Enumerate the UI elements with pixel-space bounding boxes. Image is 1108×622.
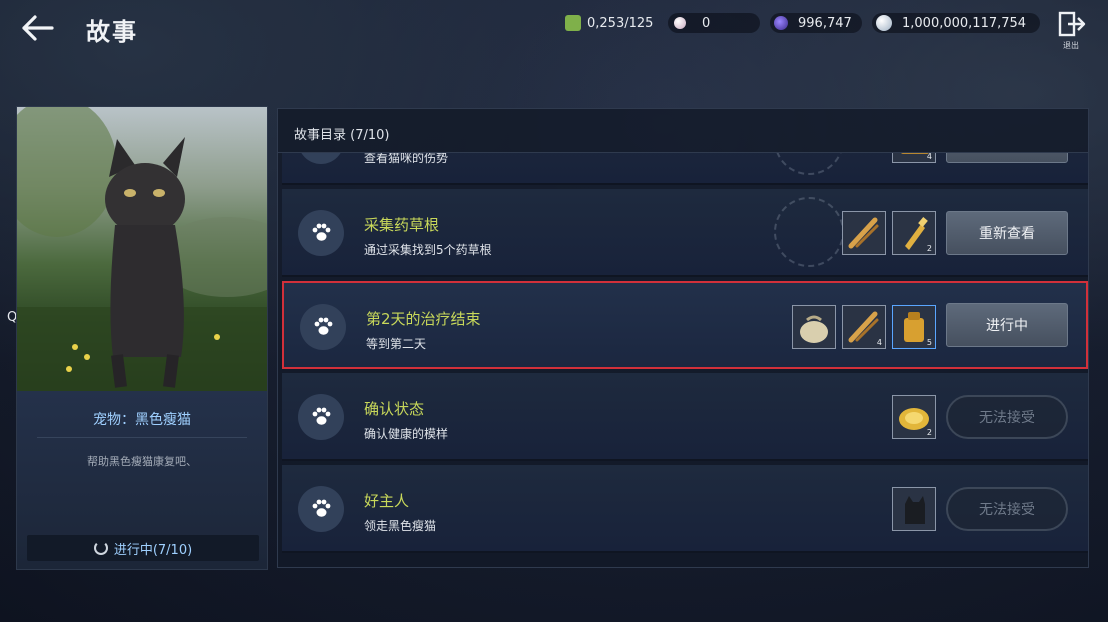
story-row-active[interactable]: 第2天的治疗结束 等到第二天 4 5 进行中 bbox=[282, 281, 1088, 369]
story-row[interactable]: 好主人 领走黑色瘦猫 无法接受 bbox=[282, 465, 1088, 553]
exit-label: 退出 bbox=[1063, 41, 1079, 50]
silver-icon bbox=[876, 15, 892, 31]
moon-gem-icon bbox=[774, 16, 788, 30]
story-row-subtitle: 等到第二天 bbox=[366, 337, 427, 351]
completed-stamp-icon bbox=[774, 197, 844, 267]
item-count: 4 bbox=[926, 153, 932, 161]
paw-icon bbox=[298, 210, 344, 256]
currency-moon-gem-value: 996,747 bbox=[798, 15, 852, 31]
pet-name: 宠物：黑色瘦猫 bbox=[93, 412, 191, 428]
herb-root-icon[interactable]: 4 bbox=[842, 305, 886, 349]
backpack-icon[interactable]: 5 bbox=[892, 305, 936, 349]
story-header-title: 故事目录 (7/10) bbox=[294, 128, 390, 143]
story-row-subtitle: 确认健康的模样 bbox=[364, 427, 449, 441]
gold-plate-icon[interactable]: 2 bbox=[892, 395, 936, 439]
loading-spinner-icon bbox=[93, 541, 108, 555]
divider bbox=[37, 437, 247, 438]
currency-pearl: 0 bbox=[668, 11, 760, 35]
story-row[interactable]: 确认状态 确认健康的模样 2 无法接受 bbox=[282, 373, 1088, 461]
sack-icon[interactable] bbox=[792, 305, 836, 349]
item-count: 4 bbox=[876, 338, 882, 347]
pet-info: 宠物：黑色瘦猫 帮助黑色瘦猫康复吧、 进行中(7/10) bbox=[17, 391, 267, 569]
story-row[interactable]: 采集药草根 通过采集找到5个药草根 2 重新查看 bbox=[282, 189, 1088, 277]
in-progress-button[interactable]: 进行中 bbox=[946, 303, 1068, 347]
top-bar: 故事 0,253/125 0 996,747 1,000,000,117,754… bbox=[0, 0, 1108, 56]
potion-bottle-icon[interactable]: 2 bbox=[892, 211, 936, 255]
completed-stamp-icon bbox=[774, 153, 844, 175]
story-header: 故事目录 (7/10) bbox=[278, 109, 1088, 153]
story-row-button[interactable] bbox=[946, 153, 1068, 163]
unavailable-button[interactable]: 无法接受 bbox=[946, 395, 1068, 439]
item-count: 5 bbox=[926, 338, 932, 347]
story-row-title: 采集药草根 bbox=[364, 216, 440, 234]
paw-icon bbox=[298, 486, 344, 532]
currency-silver: 1,000,000,117,754 bbox=[872, 11, 1040, 35]
item-count: 2 bbox=[926, 244, 932, 253]
currency-energy-value: 0,253/125 bbox=[587, 15, 654, 31]
currency-moon-gem: 996,747 bbox=[770, 11, 862, 35]
paw-icon bbox=[298, 153, 344, 164]
page-title: 故事 bbox=[86, 18, 138, 46]
cat-silhouette-icon[interactable] bbox=[892, 487, 936, 531]
exit-button[interactable]: 退出 bbox=[1054, 10, 1088, 50]
story-row-title: 好主人 bbox=[364, 492, 410, 510]
paw-icon bbox=[300, 304, 346, 350]
pet-description: 帮助黑色瘦猫康复吧、 bbox=[87, 455, 197, 468]
story-row-subtitle: 领走黑色瘦猫 bbox=[364, 519, 437, 533]
review-button[interactable]: 重新查看 bbox=[946, 211, 1068, 255]
pet-card: 宠物：黑色瘦猫 帮助黑色瘦猫康复吧、 进行中(7/10) bbox=[16, 106, 268, 570]
pet-progress: 进行中(7/10) bbox=[27, 535, 259, 561]
story-row-subtitle: 通过采集找到5个药草根 bbox=[364, 243, 492, 257]
box-icon[interactable]: 4 bbox=[892, 153, 936, 163]
currency-pearl-value: 0 bbox=[702, 15, 711, 31]
story-row-subtitle: 查看猫咪的伤势 bbox=[364, 153, 449, 165]
story-row-title: 确认状态 bbox=[364, 400, 425, 418]
item-count: 2 bbox=[926, 428, 932, 437]
story-list[interactable]: 查看猫咪的伤势 4 采集药草根 通过采集找到5个药草根 2 重新查看 第2天的治… bbox=[282, 153, 1088, 567]
pet-progress-label: 进行中(7/10) bbox=[113, 542, 193, 558]
unavailable-button[interactable]: 无法接受 bbox=[946, 487, 1068, 531]
currency-silver-value: 1,000,000,117,754 bbox=[902, 15, 1027, 31]
herb-root-icon[interactable] bbox=[842, 211, 886, 255]
exit-door-icon bbox=[1058, 11, 1086, 37]
story-row[interactable]: 查看猫咪的伤势 4 bbox=[282, 153, 1088, 185]
pearl-icon bbox=[674, 17, 686, 29]
currency-energy: 0,253/125 bbox=[565, 11, 653, 35]
pet-portrait bbox=[17, 107, 267, 391]
energy-icon bbox=[565, 15, 581, 31]
story-panel: 故事目录 (7/10) 查看猫咪的伤势 4 采集药草根 通过采集找到5个药草根 bbox=[277, 108, 1089, 568]
story-row-title: 第2天的治疗结束 bbox=[366, 310, 481, 328]
back-arrow-icon[interactable] bbox=[18, 10, 58, 46]
paw-icon bbox=[298, 394, 344, 440]
